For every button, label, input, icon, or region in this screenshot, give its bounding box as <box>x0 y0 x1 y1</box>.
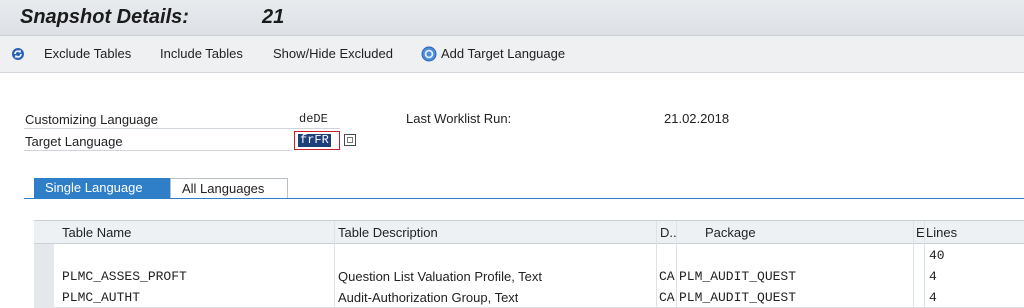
total-lines: 40 <box>929 248 945 263</box>
column-separator <box>334 221 335 308</box>
cell-package: PLM_AUDIT_QUEST <box>679 269 797 284</box>
field-divider <box>24 150 292 151</box>
value-help-icon[interactable] <box>344 134 356 146</box>
cell-lines: 4 <box>929 269 937 284</box>
table-row[interactable]: PLMC_AUTHT Audit-Authorization Group, Te… <box>54 286 1024 308</box>
exclude-tables-button[interactable]: Exclude Tables <box>44 46 131 61</box>
last-worklist-value: 21.02.2018 <box>664 111 730 126</box>
column-header-table-description[interactable]: Table Description <box>338 225 438 240</box>
title-bar: Snapshot Details: 21 <box>0 0 1024 36</box>
tab-underline <box>24 198 1024 199</box>
application-toolbar: Exclude Tables Include Tables Show/Hide … <box>0 36 1024 73</box>
add-circle-icon[interactable] <box>421 46 437 62</box>
field-divider <box>24 128 340 129</box>
column-separator <box>924 221 925 308</box>
cell-table-name: PLMC_ASSES_PROFT <box>62 269 187 284</box>
tab-all-languages[interactable]: All Languages <box>170 178 288 198</box>
cell-package: PLM_AUDIT_QUEST <box>679 290 797 305</box>
customizing-language-value: deDE <box>299 112 328 126</box>
tables-grid: Table Name Table Description D.. Package… <box>34 220 1024 308</box>
column-separator <box>656 221 657 308</box>
last-worklist-label: Last Worklist Run: <box>406 111 512 126</box>
column-header-table-name[interactable]: Table Name <box>62 225 131 240</box>
grid-header: Table Name Table Description D.. Package… <box>34 221 1024 244</box>
customizing-language-label: Customizing Language <box>25 112 158 127</box>
cell-table-description: Audit-Authorization Group, Text <box>338 290 519 305</box>
snapshot-id: 21 <box>262 6 285 28</box>
refresh-icon[interactable] <box>10 46 26 62</box>
target-language-value: frFR <box>298 133 331 147</box>
column-header-package[interactable]: Package <box>705 225 756 240</box>
target-language-input[interactable]: frFR <box>294 131 340 150</box>
column-header-lines[interactable]: Lines <box>926 225 957 240</box>
include-tables-button[interactable]: Include Tables <box>160 46 243 61</box>
column-header-d[interactable]: D.. <box>660 225 677 240</box>
cell-table-description: Question List Valuation Profile, Text <box>338 269 543 284</box>
page-title: Snapshot Details: <box>20 6 189 28</box>
target-language-label: Target Language <box>25 134 123 149</box>
column-separator <box>913 221 914 308</box>
cell-d: CA <box>659 269 675 284</box>
table-row[interactable]: PLMC_ASSES_PROFT Question List Valuation… <box>54 265 1024 287</box>
cell-d: CA <box>659 290 675 305</box>
add-target-language-button[interactable]: Add Target Language <box>441 46 565 61</box>
cell-table-name: PLMC_AUTHT <box>62 290 141 305</box>
table-row-total[interactable]: 40 <box>54 244 1024 266</box>
column-separator <box>676 221 677 308</box>
cell-lines: 4 <box>929 290 937 305</box>
show-hide-excluded-button[interactable]: Show/Hide Excluded <box>273 46 393 61</box>
tab-single-language[interactable]: Single Language <box>34 178 170 198</box>
